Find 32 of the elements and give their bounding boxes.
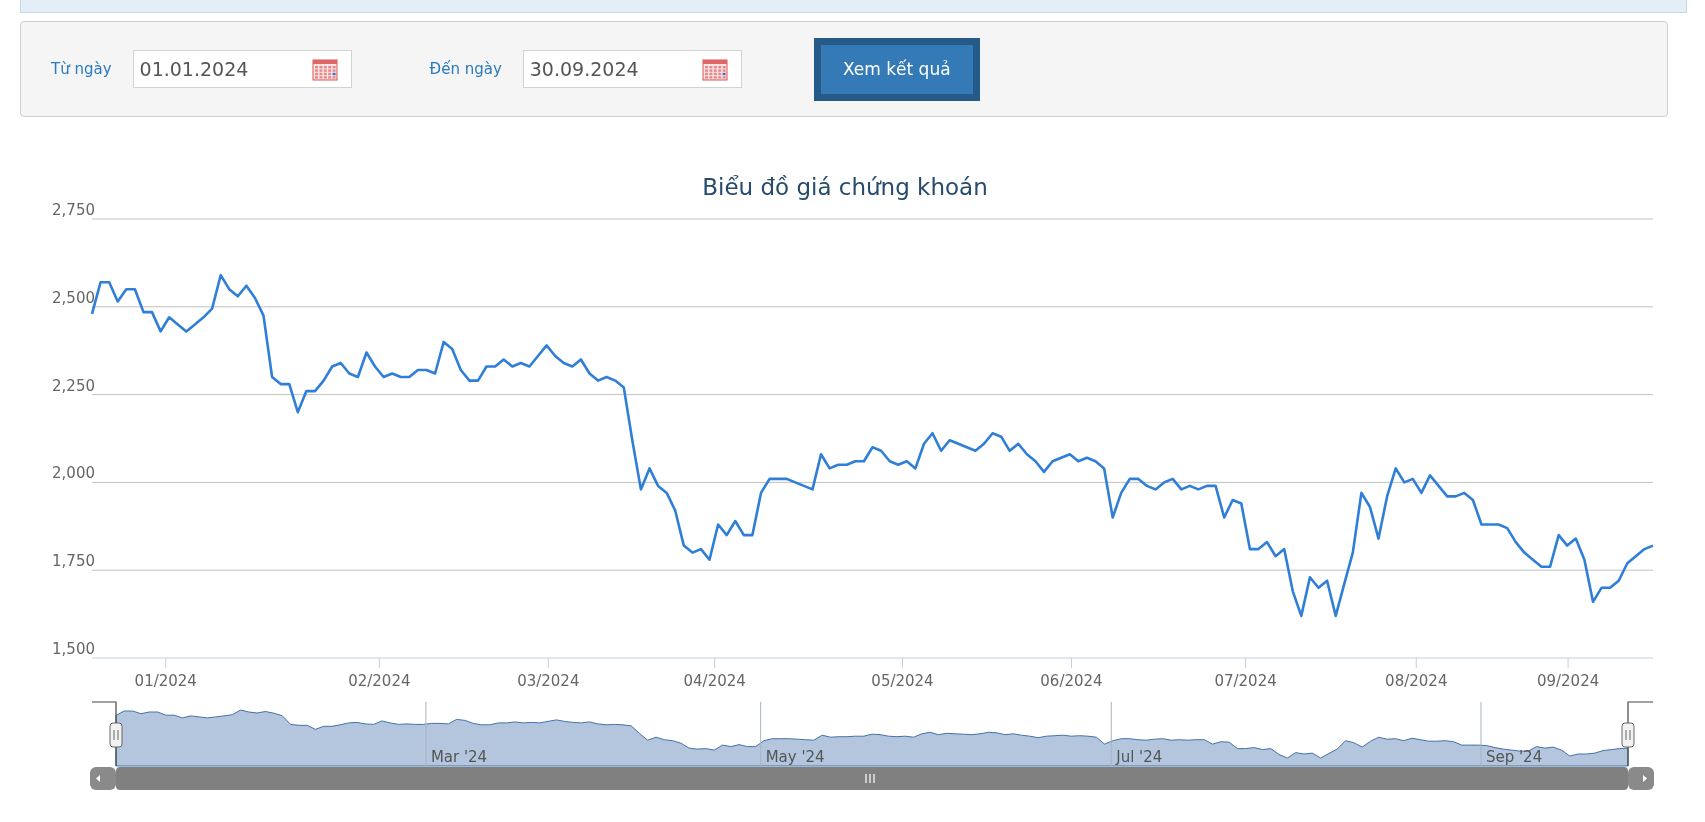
date-field[interactable]: 01.01.2024 <box>132 50 352 88</box>
navigator-label: Sep '24 <box>1485 748 1543 766</box>
scroll-left-button[interactable] <box>90 767 116 790</box>
x-axis-label: 09/2024 <box>1536 672 1600 690</box>
left-handle[interactable] <box>109 722 123 748</box>
calendar-icon[interactable] <box>311 58 338 81</box>
date-label: Từ ngày <box>51 60 112 78</box>
x-axis-label: 08/2024 <box>1385 672 1448 690</box>
calendar-icon[interactable] <box>701 58 728 81</box>
date-label: Đến ngày <box>429 60 502 78</box>
x-axis-label: 04/2024 <box>683 672 746 690</box>
x-axis-label: 03/2024 <box>517 672 580 690</box>
x-axis-label: 05/2024 <box>871 672 934 690</box>
search-button[interactable]: Xem kết quả <box>813 37 980 101</box>
x-axis-label: 07/2024 <box>1214 672 1277 690</box>
scroll-right-button[interactable] <box>1628 767 1654 790</box>
x-axis-label: 02/2024 <box>348 672 411 690</box>
x-axis-label: 01/2024 <box>134 672 197 690</box>
x-axis-label: 06/2024 <box>1040 672 1103 690</box>
y-axis-label: 1,500 <box>52 640 95 658</box>
y-axis-label: 1,750 <box>52 552 95 571</box>
right-handle[interactable] <box>1621 722 1635 748</box>
y-axis-label: 2,000 <box>52 464 95 483</box>
y-axis-label: 2,500 <box>52 288 95 307</box>
date-field[interactable]: 30.09.2024 <box>522 50 742 88</box>
navigator-label: Jul '24 <box>1116 748 1163 766</box>
scrollbar-thumb[interactable] <box>116 767 1628 790</box>
y-axis-label: 2,750 <box>52 201 95 219</box>
y-axis-label: 2,250 <box>52 376 95 395</box>
navigator-label: May '24 <box>765 748 825 766</box>
chart-title: Biểu đồ giá chứng khoán <box>702 174 988 200</box>
navigator-label: Mar '24 <box>430 748 488 766</box>
